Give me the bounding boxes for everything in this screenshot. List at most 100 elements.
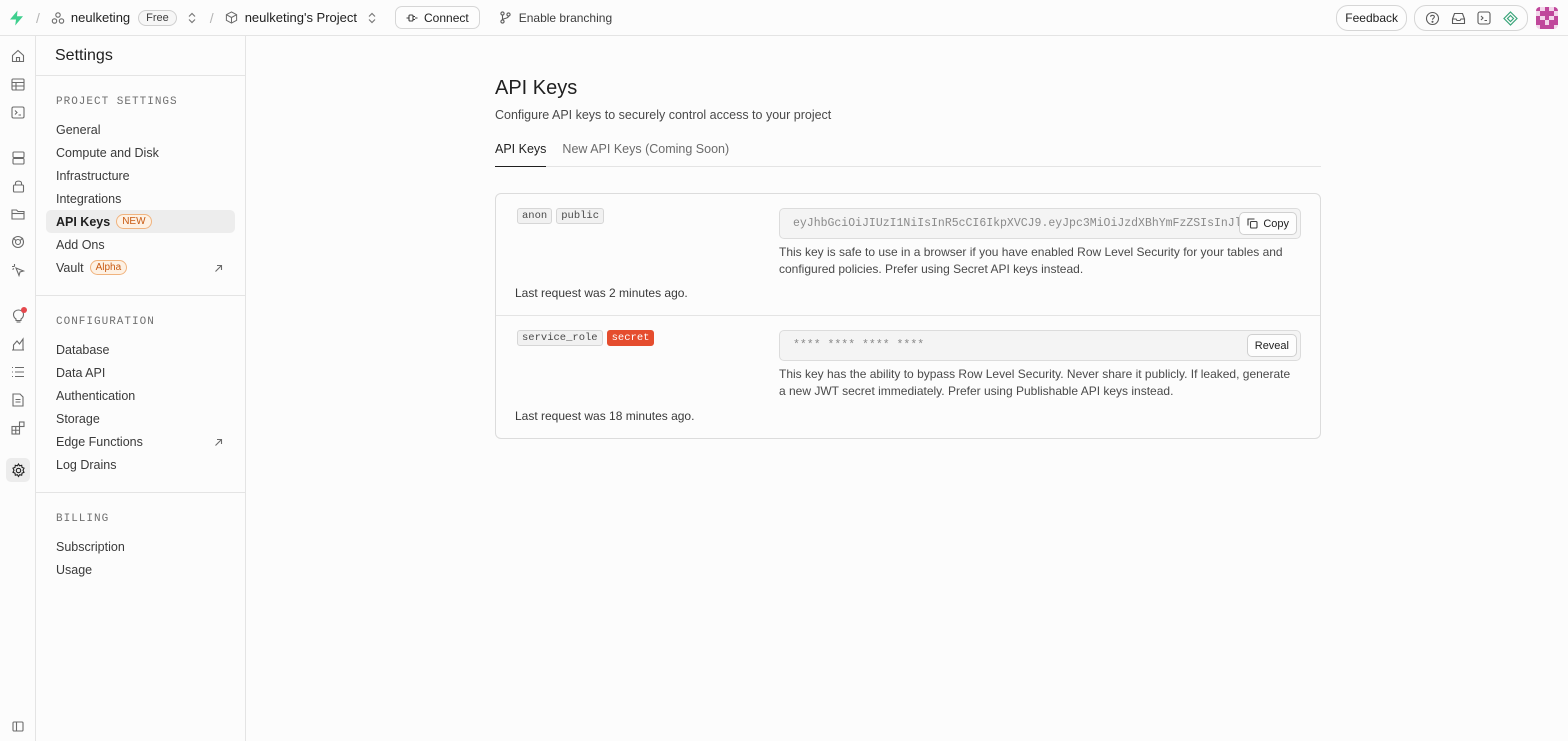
anon-last-request: Last request was 2 minutes ago. bbox=[515, 286, 688, 300]
sidebar-item-infrastructure[interactable]: Infrastructure bbox=[46, 164, 235, 187]
supabase-logo-icon[interactable] bbox=[9, 9, 25, 27]
org-switcher-chevron-icon[interactable] bbox=[187, 11, 199, 25]
organization-name[interactable]: neulketing bbox=[71, 10, 130, 25]
service-role-key-row: service_role secret **** **** **** **** … bbox=[496, 316, 1320, 438]
sidebar-item-data-api[interactable]: Data API bbox=[46, 361, 235, 384]
sidebar-item-general[interactable]: General bbox=[46, 118, 235, 141]
sidebar-item-label: Vault bbox=[56, 260, 84, 275]
user-avatar[interactable] bbox=[1536, 7, 1558, 29]
sidebar-item-database[interactable]: Database bbox=[46, 338, 235, 361]
reports-chart-icon[interactable] bbox=[6, 332, 30, 356]
plan-badge: Free bbox=[138, 9, 177, 26]
help-icon[interactable] bbox=[1419, 7, 1445, 29]
breadcrumb-separator: / bbox=[209, 9, 214, 26]
service-role-key-field[interactable]: **** **** **** **** Reveal bbox=[779, 330, 1301, 361]
sidebar-item-label: Database bbox=[56, 342, 110, 357]
sql-editor-icon[interactable] bbox=[6, 100, 30, 124]
service-role-last-request: Last request was 18 minutes ago. bbox=[515, 409, 695, 423]
key-role-chips: service_role secret bbox=[517, 330, 658, 346]
anon-key-value[interactable]: eyJhbGciOiJIUzI1NiIsInR5cCI6IkpXVCJ9.eyJ… bbox=[793, 217, 1269, 230]
sidebar-item-label: Infrastructure bbox=[56, 168, 130, 183]
organization-icon bbox=[51, 11, 65, 25]
breadcrumb-separator: / bbox=[36, 9, 40, 26]
branching-label: Enable branching bbox=[518, 10, 613, 25]
service-role-chip: service_role bbox=[517, 330, 603, 346]
enable-branching-button[interactable]: Enable branching bbox=[500, 11, 612, 25]
sidebar-item-authentication[interactable]: Authentication bbox=[46, 384, 235, 407]
main-content: API Keys Configure API keys to securely … bbox=[247, 37, 1568, 741]
copy-icon bbox=[1247, 218, 1258, 229]
tab-bar: API Keys New API Keys (Coming Soon) bbox=[495, 140, 1321, 167]
table-editor-icon[interactable] bbox=[6, 72, 30, 96]
assistant-diamond-icon[interactable] bbox=[1497, 7, 1523, 29]
sidebar-item-label: Subscription bbox=[56, 539, 125, 554]
project-name[interactable]: neulketing's Project bbox=[245, 10, 357, 25]
connect-label: Connect bbox=[424, 10, 469, 25]
section-heading: PROJECT SETTINGS bbox=[56, 96, 178, 108]
anon-key-description: This key is safe to use in a browser if … bbox=[779, 245, 1283, 276]
sidebar-item-subscription[interactable]: Subscription bbox=[46, 535, 235, 558]
sidebar-item-api-keys[interactable]: API Keys NEW bbox=[46, 210, 235, 233]
icon-rail bbox=[0, 36, 36, 741]
home-icon[interactable] bbox=[6, 44, 30, 68]
anon-key-field[interactable]: eyJhbGciOiJIUzI1NiIsInR5cCI6IkpXVCJ9.eyJ… bbox=[779, 208, 1301, 239]
sidebar-item-label: Integrations bbox=[56, 191, 122, 206]
new-badge: NEW bbox=[116, 214, 152, 229]
settings-sidebar: Settings PROJECT SETTINGS General Comput… bbox=[36, 36, 246, 741]
service-role-key-description: This key has the ability to bypass Row L… bbox=[779, 367, 1291, 398]
configuration-section: CONFIGURATION Database Data API Authenti… bbox=[36, 296, 245, 493]
sidebar-item-label: Add Ons bbox=[56, 237, 105, 252]
sidebar-item-label: Data API bbox=[56, 365, 106, 380]
logs-list-icon[interactable] bbox=[6, 360, 30, 384]
storage-folder-icon[interactable] bbox=[6, 202, 30, 226]
api-docs-icon[interactable] bbox=[6, 388, 30, 412]
public-chip: public bbox=[556, 208, 605, 224]
sidebar-item-label: Edge Functions bbox=[56, 434, 143, 449]
auth-lock-icon[interactable] bbox=[6, 174, 30, 198]
integrations-icon[interactable] bbox=[6, 416, 30, 440]
settings-gear-icon[interactable] bbox=[6, 458, 30, 482]
page-description: Configure API keys to securely control a… bbox=[495, 108, 832, 122]
project-switcher-chevron-icon[interactable] bbox=[367, 11, 379, 25]
feedback-button[interactable]: Feedback bbox=[1336, 5, 1407, 31]
sidebar-item-vault[interactable]: Vault Alpha bbox=[46, 256, 235, 279]
database-icon[interactable] bbox=[6, 146, 30, 170]
project-settings-section: PROJECT SETTINGS General Compute and Dis… bbox=[36, 76, 245, 296]
secret-chip: secret bbox=[606, 330, 655, 346]
sidebar-item-label: Log Drains bbox=[56, 457, 117, 472]
sidebar-item-storage[interactable]: Storage bbox=[46, 407, 235, 430]
service-role-key-value: **** **** **** **** bbox=[793, 339, 925, 352]
inbox-icon[interactable] bbox=[1445, 7, 1471, 29]
sidebar-item-label: General bbox=[56, 122, 101, 137]
connect-button[interactable]: Connect bbox=[395, 6, 480, 29]
terminal-icon[interactable] bbox=[1471, 7, 1497, 29]
reveal-button[interactable]: Reveal bbox=[1246, 334, 1297, 357]
page-title: API Keys bbox=[495, 77, 578, 99]
billing-section: BILLING Subscription Usage bbox=[36, 493, 245, 597]
edge-functions-cursor-icon[interactable] bbox=[6, 258, 30, 282]
copy-button[interactable]: Copy bbox=[1239, 212, 1297, 235]
tab-new-api-keys[interactable]: New API Keys (Coming Soon) bbox=[562, 140, 729, 166]
sidebar-item-log-drains[interactable]: Log Drains bbox=[46, 453, 235, 476]
tab-api-keys[interactable]: API Keys bbox=[495, 140, 547, 167]
notification-dot bbox=[21, 307, 27, 313]
sidebar-item-add-ons[interactable]: Add Ons bbox=[46, 233, 235, 256]
collapse-sidebar-icon[interactable] bbox=[6, 714, 30, 738]
toolbar-icon-group bbox=[1414, 5, 1528, 31]
sidebar-item-integrations[interactable]: Integrations bbox=[46, 187, 235, 210]
external-link-arrow-icon bbox=[214, 262, 223, 276]
plug-icon bbox=[406, 13, 418, 22]
sidebar-item-label: Authentication bbox=[56, 388, 136, 403]
sidebar-item-compute-and-disk[interactable]: Compute and Disk bbox=[46, 141, 235, 164]
sidebar-item-label: Usage bbox=[56, 562, 93, 577]
git-branch-icon bbox=[500, 11, 511, 24]
sidebar-item-usage[interactable]: Usage bbox=[46, 558, 235, 581]
advisors-lightbulb-icon[interactable] bbox=[6, 304, 30, 328]
sidebar-item-label: API Keys bbox=[56, 214, 111, 229]
api-keys-card: anon public eyJhbGciOiJIUzI1NiIsInR5cCI6… bbox=[495, 193, 1321, 439]
realtime-icon[interactable] bbox=[6, 230, 30, 254]
sidebar-item-edge-functions[interactable]: Edge Functions bbox=[46, 430, 235, 453]
anon-key-row: anon public eyJhbGciOiJIUzI1NiIsInR5cCI6… bbox=[496, 194, 1320, 316]
sidebar-title: Settings bbox=[36, 36, 245, 76]
key-role-chips: anon public bbox=[517, 208, 608, 224]
